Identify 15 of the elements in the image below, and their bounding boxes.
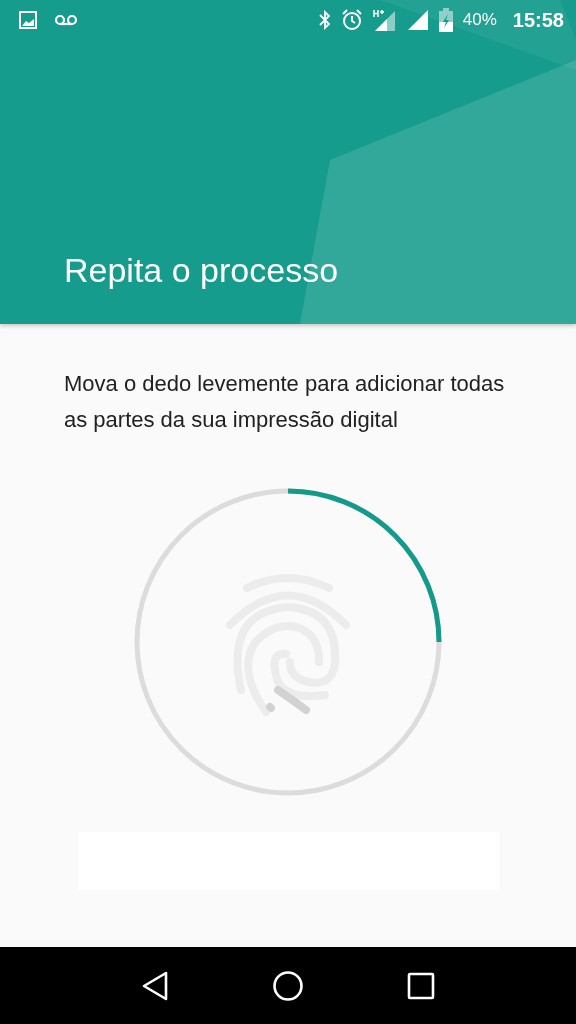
fingerprint-icon xyxy=(226,574,350,716)
image-icon xyxy=(19,11,37,29)
recents-button[interactable] xyxy=(406,971,435,1000)
screen-title: Repita o processo xyxy=(63,251,340,291)
alarm-icon xyxy=(340,9,363,31)
clock: 15:58 xyxy=(512,8,564,32)
bluetooth-icon xyxy=(318,10,331,30)
battery-icon xyxy=(438,8,453,32)
instruction-text: Mova o dedo levemente para adicionar todas as partes da sua impressão digital xyxy=(64,370,506,434)
home-button[interactable] xyxy=(272,969,304,1002)
battery-percentage: 40% xyxy=(462,10,497,30)
signal-icon xyxy=(372,9,397,31)
signal-icon xyxy=(406,9,429,31)
voicemail-icon xyxy=(54,14,78,26)
back-button[interactable] xyxy=(141,970,170,1001)
